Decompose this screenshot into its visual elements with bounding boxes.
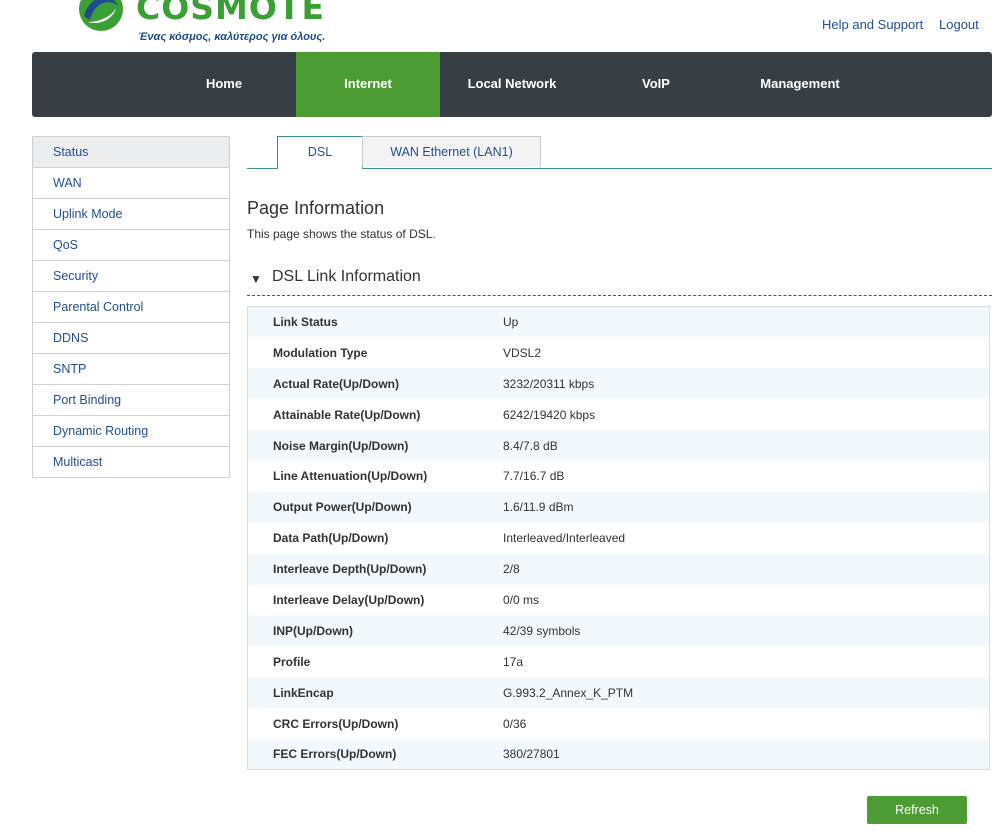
row-value: 3232/20311 kbps <box>503 376 595 391</box>
sidebar-item-uplink-mode[interactable]: Uplink Mode <box>33 199 229 230</box>
row-value: G.993.2_Annex_K_PTM <box>503 685 634 700</box>
table-row: CRC Errors(Up/Down) 0/36 <box>247 708 990 739</box>
row-label: Link Status <box>273 315 338 330</box>
table-row: Data Path(Up/Down) Interleaved/Interleave… <box>247 522 990 554</box>
table-row: Profile 17a <box>247 646 990 678</box>
row-label: Actual Rate(Up/Down) <box>273 376 399 391</box>
row-label: Output Power(Up/Down) <box>273 500 412 515</box>
row-value: 8.4/7.8 dB <box>503 438 558 453</box>
row-value: 42/39 symbols <box>503 623 581 638</box>
row-value: Interleaved/Interleaved <box>503 531 626 546</box>
tab-wan-ethernet-lan1[interactable]: WAN Ethernet (LAN1) <box>362 136 541 167</box>
page-title: Page Information <box>247 198 385 218</box>
table-row: Attainable Rate(Up/Down) 6242/19420 kbps <box>247 399 990 431</box>
row-label: INP(Up/Down) <box>273 623 353 638</box>
cosmote-logo-icon <box>79 0 123 31</box>
dsl-info-table: Link Status Up Modulation Type VDSL2 Actua… <box>247 306 990 771</box>
row-label: LinkEncap <box>273 685 334 700</box>
brand-slogan: Ένας κόσμος, καλύτερος για όλους. <box>138 31 326 43</box>
row-label: CRC Errors(Up/Down) <box>273 716 399 731</box>
table-row: Link Status Up <box>247 306 990 338</box>
nav-item-local-network[interactable]: Local Network <box>440 52 584 117</box>
row-label: FEC Errors(Up/Down) <box>273 747 397 762</box>
nav-item-home[interactable]: Home <box>152 52 296 117</box>
sidebar-item-dynamic-routing[interactable]: Dynamic Routing <box>33 416 229 447</box>
sidebar-item-qos[interactable]: QoS <box>33 230 229 261</box>
nav-item-management[interactable]: Management <box>728 52 872 117</box>
row-label: Interleave Delay(Up/Down) <box>273 592 425 607</box>
nav-item-voip[interactable]: VoIP <box>584 52 728 117</box>
row-value: VDSL2 <box>503 345 542 360</box>
sidebar-item-parental-control[interactable]: Parental Control <box>33 292 229 323</box>
help-and-support-link[interactable]: Help and Support <box>822 17 923 32</box>
row-label: Line Attenuation(Up/Down) <box>273 469 428 484</box>
table-row: LinkEncap G.993.2_Annex_K_PTM <box>247 677 990 709</box>
row-value: Up <box>503 315 519 330</box>
nav-item-internet[interactable]: Internet <box>296 52 440 117</box>
row-value: 2/8 <box>503 562 520 577</box>
row-label: Data Path(Up/Down) <box>273 531 389 546</box>
sidebar-item-sntp[interactable]: SNTP <box>33 354 229 385</box>
row-label: Modulation Type <box>273 345 368 360</box>
row-value: 0/36 <box>503 716 527 731</box>
row-value: 380/27801 <box>503 747 560 762</box>
row-value: 6242/19420 kbps <box>503 407 596 422</box>
table-row: Interleave Depth(Up/Down) 2/8 <box>247 553 990 585</box>
tab-dsl[interactable]: DSL <box>277 136 363 169</box>
row-label: Profile <box>273 654 311 669</box>
section-header-dsl-link-information[interactable]: ▼ DSL Link Information <box>247 266 992 296</box>
tab-bar: DSL WAN Ethernet (LAN1) <box>247 136 992 169</box>
table-row: Actual Rate(Up/Down) 3232/20311 kbps <box>247 368 990 400</box>
row-label: Attainable Rate(Up/Down) <box>273 407 421 422</box>
table-row: FEC Errors(Up/Down) 380/27801 <box>247 738 990 770</box>
table-row: Noise Margin(Up/Down) 8.4/7.8 dB <box>247 430 990 461</box>
row-value: 7.7/16.7 dB <box>503 469 565 484</box>
table-row: Interleave Delay(Up/Down) 0/0 ms <box>247 584 990 616</box>
logout-link[interactable]: Logout <box>939 17 979 32</box>
collapse-arrow-icon[interactable]: ▼ <box>250 272 262 286</box>
sidebar-item-port-binding[interactable]: Port Binding <box>33 385 229 416</box>
sidebar: Status WAN Uplink Mode QoS Security Pare… <box>32 136 230 478</box>
sidebar-item-security[interactable]: Security <box>33 261 229 292</box>
sidebar-item-ddns[interactable]: DDNS <box>33 323 229 354</box>
row-value: 17a <box>503 654 524 669</box>
row-label: Noise Margin(Up/Down) <box>273 438 409 453</box>
table-row: Line Attenuation(Up/Down) 7.7/16.7 dB <box>247 460 990 492</box>
header: COSMOTE Ένας κόσμος, καλύτερος για όλους… <box>0 0 1002 52</box>
sidebar-item-status[interactable]: Status <box>33 137 229 168</box>
section-title: DSL Link Information <box>272 268 421 285</box>
row-value: 1.6/11.9 dBm <box>503 500 574 515</box>
main-nav: Home Internet Local Network VoIP Managem… <box>32 52 992 117</box>
row-label: Interleave Depth(Up/Down) <box>273 562 427 577</box>
row-value: 0/0 ms <box>503 592 540 607</box>
page-description: This page shows the status of DSL. <box>247 227 436 241</box>
brand-name: COSMOTE <box>136 0 325 27</box>
table-row: INP(Up/Down) 42/39 symbols <box>247 615 990 647</box>
sidebar-item-wan[interactable]: WAN <box>33 168 229 199</box>
refresh-button[interactable]: Refresh <box>867 796 967 824</box>
sidebar-item-multicast[interactable]: Multicast <box>33 447 229 478</box>
table-row: Output Power(Up/Down) 1.6/11.9 dBm <box>247 491 990 523</box>
table-row: Modulation Type VDSL2 <box>247 337 990 369</box>
